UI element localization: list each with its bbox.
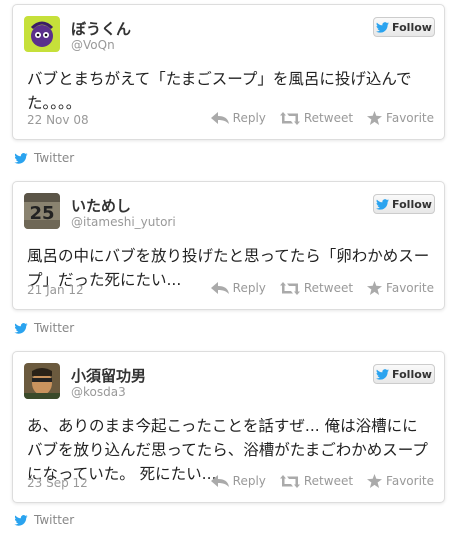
- favorite-button[interactable]: Favorite: [367, 281, 434, 295]
- tweet-date[interactable]: 22 Nov 08: [27, 113, 89, 127]
- twitter-bird-icon: [14, 322, 28, 334]
- tweet-date[interactable]: 23 Sep 12: [27, 476, 88, 490]
- retweet-label: Retweet: [303, 281, 354, 295]
- user-name[interactable]: 小須留功男: [71, 365, 146, 386]
- follow-label: Follow: [392, 197, 432, 211]
- star-icon: [367, 281, 383, 295]
- tweet-footer: 23 Sep 12 Reply Retweet Favorite: [27, 474, 434, 492]
- user-name[interactable]: いためし: [71, 195, 131, 216]
- reply-label: Reply: [232, 281, 266, 295]
- tweet-actions: Reply Retweet Favorite: [210, 281, 434, 295]
- twitter-attribution[interactable]: Twitter: [14, 321, 74, 335]
- attribution-label: Twitter: [34, 151, 75, 165]
- star-icon: [367, 111, 383, 125]
- tweet-footer: 21 Jan 12 Reply Retweet Favorite: [27, 281, 434, 299]
- retweet-label: Retweet: [303, 474, 354, 488]
- follow-button[interactable]: Follow: [373, 194, 435, 214]
- tweet-card: ぼうくん @VoQn Follow バブとまちがえて「たまごスープ」を風呂に投げ…: [12, 4, 445, 140]
- retweet-icon: [279, 281, 300, 295]
- tweet-text: バブとまちがえて「たまごスープ」を風呂に投げ込んでた。。。。: [27, 70, 412, 112]
- tweet-actions: Reply Retweet Favorite: [210, 474, 434, 488]
- twitter-bird-icon: [14, 514, 28, 526]
- follow-button[interactable]: Follow: [373, 17, 435, 37]
- avatar[interactable]: 25: [24, 193, 60, 229]
- reply-button[interactable]: Reply: [210, 474, 266, 488]
- tweet-card: 小須留功男 @kosda3 Follow あ、ありのまま今起こったことを話すぜ.…: [12, 351, 445, 503]
- twitter-bird-icon: [376, 368, 390, 380]
- retweet-button[interactable]: Retweet: [279, 111, 354, 125]
- retweet-icon: [279, 474, 300, 488]
- reply-label: Reply: [232, 474, 266, 488]
- twitter-bird-icon: [376, 198, 390, 210]
- user-handle[interactable]: @VoQn: [71, 38, 115, 52]
- tweet-card: 25 いためし @itameshi_yutori Follow 風呂の中にバブを…: [12, 181, 445, 310]
- reply-button[interactable]: Reply: [210, 281, 266, 295]
- attribution-label: Twitter: [34, 513, 75, 527]
- retweet-label: Retweet: [303, 111, 354, 125]
- retweet-icon: [279, 111, 300, 125]
- reply-icon: [210, 112, 229, 124]
- favorite-label: Favorite: [386, 474, 434, 488]
- follow-button[interactable]: Follow: [373, 364, 435, 384]
- follow-label: Follow: [392, 20, 432, 34]
- svg-text:25: 25: [29, 203, 54, 224]
- avatar[interactable]: [24, 16, 60, 52]
- favorite-button[interactable]: Favorite: [367, 111, 434, 125]
- attribution-label: Twitter: [34, 321, 75, 335]
- user-handle[interactable]: @kosda3: [71, 385, 126, 399]
- tweet-actions: Reply Retweet Favorite: [210, 111, 434, 125]
- user-name[interactable]: ぼうくん: [71, 18, 131, 39]
- reply-button[interactable]: Reply: [210, 111, 266, 125]
- retweet-button[interactable]: Retweet: [279, 281, 354, 295]
- favorite-label: Favorite: [386, 281, 434, 295]
- reply-icon: [210, 475, 229, 487]
- favorite-label: Favorite: [386, 111, 434, 125]
- star-icon: [367, 474, 383, 488]
- avatar[interactable]: [24, 363, 60, 399]
- follow-label: Follow: [392, 367, 432, 381]
- tweet-footer: 22 Nov 08 Reply Retweet Favorite: [27, 111, 434, 129]
- reply-icon: [210, 282, 229, 294]
- user-handle[interactable]: @itameshi_yutori: [71, 215, 176, 229]
- favorite-button[interactable]: Favorite: [367, 474, 434, 488]
- reply-label: Reply: [232, 111, 266, 125]
- twitter-bird-icon: [376, 21, 390, 33]
- retweet-button[interactable]: Retweet: [279, 474, 354, 488]
- tweet-date[interactable]: 21 Jan 12: [27, 283, 84, 297]
- twitter-attribution[interactable]: Twitter: [14, 151, 74, 165]
- twitter-attribution[interactable]: Twitter: [14, 513, 74, 527]
- twitter-bird-icon: [14, 152, 28, 164]
